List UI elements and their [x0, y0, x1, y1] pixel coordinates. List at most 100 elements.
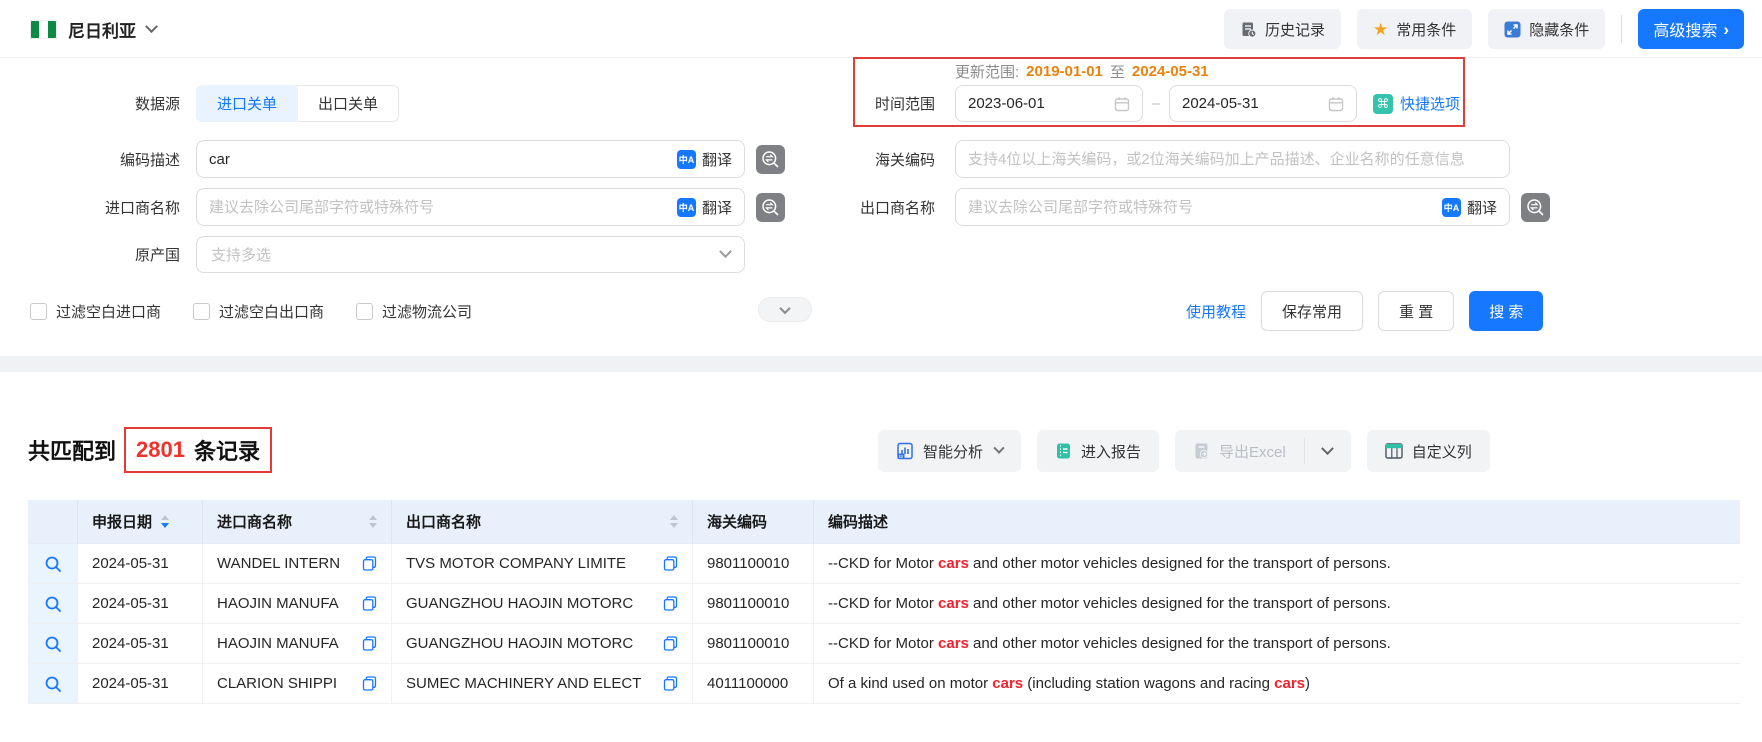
header-label: 出口商名称 — [406, 511, 481, 532]
header-declare-date[interactable]: 申报日期 — [78, 500, 203, 543]
hide-conditions-button[interactable]: 隐藏条件 — [1488, 9, 1605, 49]
save-favorite-button[interactable]: 保存常用 — [1261, 291, 1363, 331]
update-range-line: 更新范围: 2019-01-01 至 2024-05-31 — [955, 61, 1209, 82]
copy-icon[interactable] — [663, 596, 678, 611]
advanced-search-label: 高级搜索 — [1653, 17, 1717, 41]
hide-conditions-label: 隐藏条件 — [1529, 19, 1589, 40]
export-options-button[interactable] — [1305, 430, 1351, 472]
results-count: 2801 — [136, 437, 185, 463]
copy-icon[interactable] — [663, 556, 678, 571]
history-button[interactable]: 历史记录 — [1224, 9, 1341, 49]
sort-desc-icon[interactable] — [161, 523, 169, 528]
favorites-button[interactable]: ★ 常用条件 — [1357, 9, 1472, 49]
code-desc-input[interactable] — [209, 151, 677, 168]
tab-import-declarations[interactable]: 进口关单 — [196, 85, 298, 122]
header-label: 申报日期 — [92, 511, 152, 532]
header-label: 进口商名称 — [217, 511, 292, 532]
filter-checkbox-row: 过滤空白进口商 过滤空白出口商 过滤物流公司 — [30, 301, 472, 322]
copy-icon[interactable] — [362, 556, 377, 571]
cell-hs-code: 4011100000 — [693, 664, 814, 703]
results-count-annotation-box: 2801 条记录 — [124, 427, 272, 473]
row-detail-button[interactable] — [28, 584, 78, 623]
header-label: 编码描述 — [828, 511, 888, 532]
translate-label: 翻译 — [1467, 197, 1497, 218]
sort-asc-icon[interactable] — [369, 515, 377, 520]
checkbox-icon[interactable] — [30, 303, 47, 320]
country-selector[interactable]: 尼日利亚 — [30, 0, 156, 58]
cell-exporter: TVS MOTOR COMPANY LIMITE — [392, 544, 693, 583]
custom-columns-button[interactable]: 自定义列 — [1367, 430, 1490, 472]
smart-analysis-button[interactable]: BI 智能分析 — [878, 430, 1021, 472]
origin-placeholder: 支持多选 — [211, 244, 271, 265]
advanced-search-button[interactable]: 高级搜索 › — [1638, 9, 1744, 49]
header-importer[interactable]: 进口商名称 — [203, 500, 392, 543]
sort-asc-icon[interactable] — [161, 515, 169, 520]
copy-icon[interactable] — [362, 676, 377, 691]
row-detail-button[interactable] — [28, 664, 78, 703]
reset-button[interactable]: 重 置 — [1378, 291, 1454, 331]
svg-text:BI: BI — [899, 454, 903, 459]
checkbox-icon[interactable] — [193, 303, 210, 320]
importer-input[interactable] — [209, 199, 677, 216]
checkbox-filter-blank-exporter[interactable]: 过滤空白出口商 — [193, 301, 324, 322]
origin-select[interactable]: 支持多选 — [196, 236, 745, 273]
start-date-picker[interactable]: 2023-06-01 — [955, 85, 1143, 122]
update-range-label: 更新范围: — [955, 61, 1019, 82]
translate-button[interactable]: 中A 翻译 — [1442, 197, 1497, 218]
time-range-row: 时间范围 2023-06-01 – 2024-05-31 ⌘ 快捷选项 — [770, 85, 1460, 122]
translate-button[interactable]: 中A 翻译 — [677, 197, 732, 218]
translate-button[interactable]: 中A 翻译 — [677, 149, 732, 170]
magnifier-icon — [44, 595, 62, 613]
checkbox-filter-logistics[interactable]: 过滤物流公司 — [356, 301, 472, 322]
sort-control[interactable] — [670, 515, 678, 528]
copy-icon[interactable] — [663, 676, 678, 691]
export-excel-button[interactable]: 导出Excel — [1175, 430, 1304, 472]
sort-desc-icon[interactable] — [369, 523, 377, 528]
cell-code-desc: --CKD for Motor cars and other motor veh… — [814, 544, 1740, 583]
similar-search-button[interactable] — [1521, 193, 1550, 222]
save-favorite-label: 保存常用 — [1282, 301, 1342, 322]
quick-options-button[interactable]: ⌘ 快捷选项 — [1373, 93, 1460, 114]
hs-code-input[interactable] — [968, 151, 1497, 168]
collapse-form-button[interactable] — [758, 297, 812, 322]
magnifier-icon — [44, 635, 62, 653]
end-date-picker[interactable]: 2024-05-31 — [1169, 85, 1357, 122]
row-detail-button[interactable] — [28, 624, 78, 663]
calendar-icon — [1328, 96, 1344, 112]
sort-asc-icon[interactable] — [670, 515, 678, 520]
search-button[interactable]: 搜 索 — [1469, 291, 1543, 331]
translate-icon: 中A — [1442, 198, 1461, 217]
sort-control[interactable] — [369, 515, 377, 528]
exporter-input[interactable] — [968, 199, 1442, 216]
header-exporter[interactable]: 出口商名称 — [392, 500, 693, 543]
bi-chart-icon: BI — [896, 442, 914, 460]
sort-desc-icon[interactable] — [670, 523, 678, 528]
quick-options-label: 快捷选项 — [1400, 93, 1460, 114]
sort-control[interactable] — [161, 515, 169, 528]
translate-label: 翻译 — [702, 149, 732, 170]
row-detail-button[interactable] — [28, 544, 78, 583]
export-excel-group: 导出Excel — [1175, 430, 1351, 472]
origin-row: 原产国 支持多选 — [0, 236, 745, 273]
cell-declare-date: 2024-05-31 — [78, 544, 203, 583]
report-icon — [1055, 442, 1072, 460]
chevron-down-icon — [779, 302, 790, 313]
command-icon: ⌘ — [1373, 94, 1393, 114]
cell-importer: WANDEL INTERN — [203, 544, 392, 583]
enter-report-button[interactable]: 进入报告 — [1037, 430, 1159, 472]
origin-label: 原产国 — [0, 244, 180, 265]
copy-icon[interactable] — [663, 636, 678, 651]
checkbox-icon[interactable] — [356, 303, 373, 320]
copy-icon[interactable] — [362, 596, 377, 611]
tutorial-link[interactable]: 使用教程 — [1186, 301, 1246, 322]
data-source-tabs: 进口关单 出口关单 — [196, 85, 399, 122]
cell-exporter: GUANGZHOU HAOJIN MOTORC — [392, 624, 693, 663]
checkbox-filter-blank-importer[interactable]: 过滤空白进口商 — [30, 301, 161, 322]
custom-columns-label: 自定义列 — [1412, 441, 1472, 462]
table-row: 2024-05-31 WANDEL INTERN TVS MOTOR COMPA… — [28, 544, 1740, 584]
reset-label: 重 置 — [1399, 301, 1433, 322]
header-hs-code: 海关编码 — [693, 500, 814, 543]
columns-icon — [1385, 443, 1403, 459]
tab-export-declarations[interactable]: 出口关单 — [298, 85, 399, 122]
copy-icon[interactable] — [362, 636, 377, 651]
